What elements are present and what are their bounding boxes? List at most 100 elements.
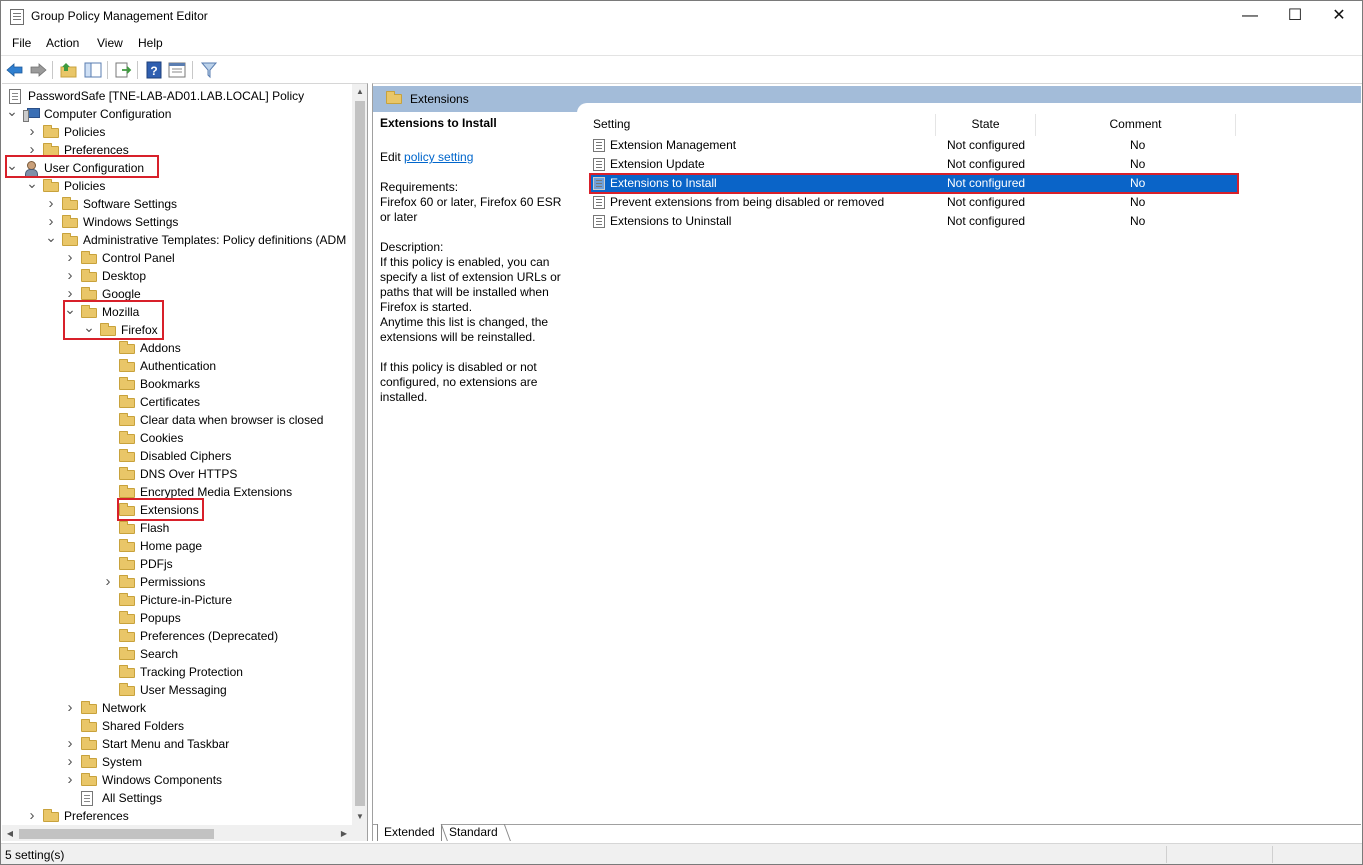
- scroll-thumb[interactable]: [19, 829, 214, 839]
- app-window: Group Policy Management Editor — ☐ ✕ Fil…: [0, 0, 1363, 865]
- menu-help[interactable]: Help: [138, 36, 163, 50]
- collapse-chevron-icon[interactable]: ⌄: [6, 104, 18, 123]
- close-button[interactable]: ✕: [1316, 1, 1362, 32]
- tree-item-permissions[interactable]: › Permissions: [102, 573, 347, 591]
- expand-chevron-icon[interactable]: ›: [64, 267, 76, 285]
- setting-row[interactable]: Extension Management Not configured No: [589, 136, 1239, 155]
- tree-item-start-menu-and-taskbar[interactable]: › Start Menu and Taskbar: [64, 735, 347, 753]
- tab-standard[interactable]: Standard: [443, 824, 504, 841]
- tree-item-picture-in-picture[interactable]: Picture-in-Picture: [102, 591, 347, 609]
- tree-item-label: PDFjs: [140, 557, 173, 571]
- description-pane: Extensions to Install Edit policy settin…: [380, 116, 575, 405]
- minimize-button[interactable]: —: [1227, 1, 1273, 32]
- tree-item-policies[interactable]: › Policies: [26, 123, 347, 141]
- tree-item-desktop[interactable]: › Desktop: [64, 267, 347, 285]
- scroll-up-icon[interactable]: ▲: [352, 84, 367, 100]
- menu-file[interactable]: File: [12, 36, 31, 50]
- folder-icon: [62, 215, 78, 228]
- folder-icon: [119, 395, 135, 408]
- setting-row[interactable]: Extension Update Not configured No: [589, 155, 1239, 174]
- tree-item-all-settings[interactable]: All Settings: [64, 789, 347, 807]
- tree-item-label: System: [102, 755, 143, 769]
- tree-item-authentication[interactable]: Authentication: [102, 357, 347, 375]
- svg-text:?: ?: [150, 64, 157, 78]
- collapse-chevron-icon[interactable]: ⌄: [45, 230, 57, 249]
- tree-item-home-page[interactable]: Home page: [102, 537, 347, 555]
- setting-row[interactable]: Prevent extensions from being disabled o…: [589, 193, 1239, 212]
- tree-item-software-settings[interactable]: › Software Settings: [45, 195, 347, 213]
- up-folder-icon[interactable]: [59, 60, 79, 80]
- scroll-left-icon[interactable]: ◀: [2, 825, 18, 841]
- app-icon: [10, 9, 24, 25]
- menu-view[interactable]: View: [97, 36, 123, 50]
- scroll-right-icon[interactable]: ▶: [336, 825, 352, 841]
- expand-chevron-icon[interactable]: ›: [26, 123, 38, 141]
- show-hide-tree-icon[interactable]: [83, 60, 103, 80]
- tree-item-popups[interactable]: Popups: [102, 609, 347, 627]
- tree-item-system[interactable]: › System: [64, 753, 347, 771]
- tree-item-flash[interactable]: Flash: [102, 519, 347, 537]
- collapse-chevron-icon[interactable]: ⌄: [26, 176, 38, 195]
- tree-item-preferences-deprecated[interactable]: Preferences (Deprecated): [102, 627, 347, 645]
- tree-item-certificates[interactable]: Certificates: [102, 393, 347, 411]
- setting-comment: No: [1130, 195, 1146, 209]
- tree-item-windows-settings[interactable]: › Windows Settings: [45, 213, 347, 231]
- tree-item-user-messaging[interactable]: User Messaging: [102, 681, 347, 699]
- tree-item-label: Policies: [64, 179, 106, 193]
- tree-item-network[interactable]: › Network: [64, 699, 347, 717]
- tree-vertical-scrollbar[interactable]: ▲ ▼: [352, 84, 367, 825]
- column-setting[interactable]: Setting: [593, 114, 936, 136]
- tree-item-policies[interactable]: ⌄ Policies: [26, 176, 347, 195]
- column-state[interactable]: State: [936, 114, 1036, 136]
- tree-item-disabled-ciphers[interactable]: Disabled Ciphers: [102, 447, 347, 465]
- tree-root[interactable]: PasswordSafe [TNE-LAB-AD01.LAB.LOCAL] Po…: [6, 87, 351, 105]
- column-comment[interactable]: Comment: [1036, 114, 1236, 136]
- tree-item-label: Addons: [140, 341, 181, 355]
- tree-item-cookies[interactable]: Cookies: [102, 429, 347, 447]
- tree-item-shared-folders[interactable]: Shared Folders: [64, 717, 347, 735]
- status-divider: [1272, 846, 1273, 863]
- tree-item-label: Flash: [140, 521, 170, 535]
- tree-item-windows-components[interactable]: › Windows Components: [64, 771, 347, 789]
- tree-item-addons[interactable]: Addons: [102, 339, 347, 357]
- tab-extended[interactable]: Extended: [377, 824, 442, 841]
- edit-policy-setting-link[interactable]: policy setting: [404, 150, 473, 164]
- forward-arrow-icon[interactable]: [28, 60, 48, 80]
- tree-item-pdfjs[interactable]: PDFjs: [102, 555, 347, 573]
- tree-item-bookmarks[interactable]: Bookmarks: [102, 375, 347, 393]
- expand-chevron-icon[interactable]: ›: [45, 195, 57, 213]
- window-title: Group Policy Management Editor: [31, 9, 208, 23]
- expand-chevron-icon[interactable]: ›: [64, 249, 76, 267]
- tree-item-administrative-templates-policy-definitions-adm[interactable]: ⌄ Administrative Templates: Policy defini…: [45, 230, 347, 249]
- setting-row[interactable]: Extensions to Uninstall Not configured No: [589, 212, 1239, 231]
- menu-action[interactable]: Action: [46, 36, 79, 50]
- highlight-user-configuration: [5, 155, 159, 178]
- setting-comment: No: [1130, 214, 1146, 228]
- expand-chevron-icon[interactable]: ›: [102, 573, 114, 591]
- scroll-down-icon[interactable]: ▼: [352, 809, 367, 825]
- tree-item-dns-over-https[interactable]: DNS Over HTTPS: [102, 465, 347, 483]
- maximize-button[interactable]: ☐: [1272, 1, 1318, 32]
- expand-chevron-icon[interactable]: ›: [26, 807, 38, 825]
- properties-icon[interactable]: [167, 60, 187, 80]
- tree-horizontal-scrollbar[interactable]: ◀ ▶: [2, 825, 352, 841]
- tree-item-label: Search: [140, 647, 179, 661]
- expand-chevron-icon[interactable]: ›: [64, 771, 76, 789]
- tree-item-preferences[interactable]: › Preferences: [26, 807, 347, 825]
- folder-icon: [119, 611, 135, 624]
- tree-item-label: Start Menu and Taskbar: [102, 737, 230, 751]
- tree-item-control-panel[interactable]: › Control Panel: [64, 249, 347, 267]
- expand-chevron-icon[interactable]: ›: [64, 753, 76, 771]
- back-arrow-icon[interactable]: [5, 60, 25, 80]
- tree-item-search[interactable]: Search: [102, 645, 347, 663]
- help-icon[interactable]: ?: [144, 60, 164, 80]
- export-list-icon[interactable]: [113, 60, 133, 80]
- filter-icon[interactable]: [199, 60, 219, 80]
- tree-item-clear-data-when-browser-is-closed[interactable]: Clear data when browser is closed: [102, 411, 347, 429]
- policy-setting-icon: [593, 158, 605, 171]
- tree-item-tracking-protection[interactable]: Tracking Protection: [102, 663, 347, 681]
- tree-item-computer-configuration[interactable]: ⌄ Computer Configuration: [6, 104, 347, 123]
- scroll-thumb[interactable]: [355, 101, 365, 806]
- expand-chevron-icon[interactable]: ›: [64, 699, 76, 717]
- expand-chevron-icon[interactable]: ›: [64, 735, 76, 753]
